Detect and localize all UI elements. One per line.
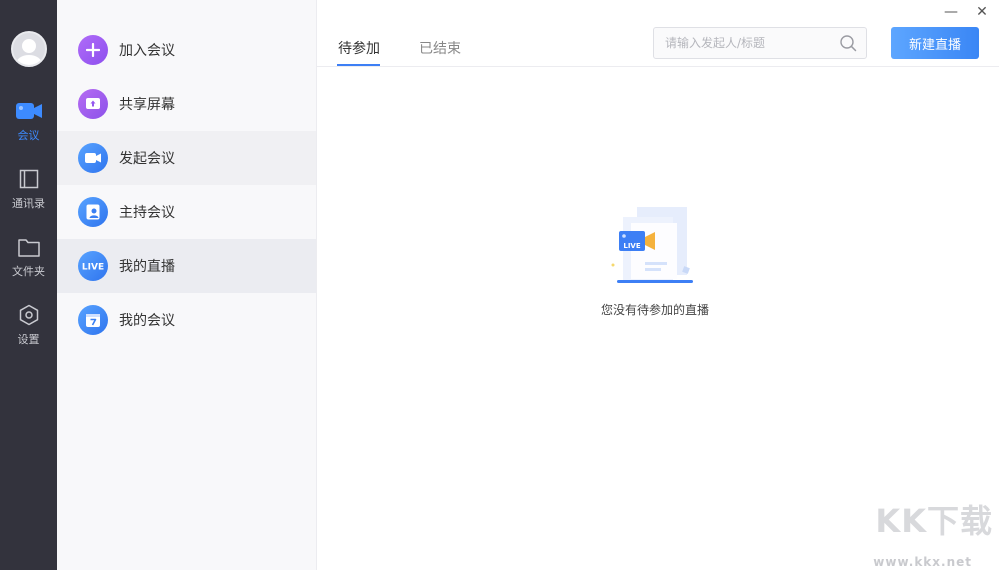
avatar[interactable]	[10, 31, 47, 67]
rail-item-folder[interactable]: 文件夹	[0, 223, 57, 291]
menu-item-share-screen[interactable]: 共享屏幕	[57, 77, 316, 131]
new-live-button[interactable]: 新建直播	[891, 27, 979, 59]
menu-item-join-meeting[interactable]: 加入会议	[57, 23, 316, 77]
empty-state: LIVE 您没有待参加的直播	[600, 205, 710, 318]
empty-live-illustration: LIVE	[611, 207, 693, 283]
empty-state-message: 您没有待参加的直播	[600, 303, 709, 317]
search-input[interactable]	[665, 36, 830, 50]
menu-label-host: 主持会议	[119, 205, 175, 221]
tab-upcoming[interactable]: 待参加	[338, 38, 380, 58]
top-bar: 待参加 已结束 新建直播 — ✕	[317, 0, 999, 67]
share-screen-icon	[78, 89, 108, 119]
contacts-icon	[16, 167, 42, 191]
menu-item-my-live[interactable]: LIVE 我的直播	[57, 239, 316, 293]
avatar-body	[15, 55, 42, 65]
avatar-head	[21, 39, 36, 53]
active-tab-indicator	[337, 64, 380, 66]
camera-icon	[15, 99, 42, 123]
menu-item-start-meeting[interactable]: 发起会议	[57, 131, 316, 185]
rail-item-contacts[interactable]: 通讯录	[0, 155, 57, 223]
rail-label-folder: 文件夹	[12, 265, 45, 278]
menu-item-host-meeting[interactable]: 主持会议	[57, 185, 316, 239]
svg-text:LIVE: LIVE	[82, 263, 104, 273]
rail-label-contacts: 通讯录	[12, 197, 45, 210]
rail-item-meeting[interactable]: 会议	[0, 87, 57, 155]
rail-label-meeting: 会议	[17, 129, 40, 142]
main-panel: 待参加 已结束 新建直播 — ✕	[317, 0, 999, 570]
close-button[interactable]: ✕	[973, 4, 991, 20]
folder-icon	[16, 235, 42, 259]
video-camera-icon	[78, 143, 108, 173]
search-box	[653, 27, 867, 59]
tab-ended[interactable]: 已结束	[419, 38, 461, 58]
menu-item-my-meetings[interactable]: 我的会议	[57, 293, 316, 347]
live-icon: LIVE	[78, 251, 108, 281]
plus-icon	[78, 35, 108, 65]
menu-label-start: 发起会议	[119, 151, 175, 167]
search-icon[interactable]	[839, 34, 857, 52]
watermark-logo: KK下载	[875, 502, 993, 540]
left-rail: 会议 通讯录 文件夹 设置	[0, 0, 57, 570]
rail-label-settings: 设置	[17, 333, 40, 346]
menu-label-share: 共享屏幕	[119, 97, 175, 113]
rail-item-settings[interactable]: 设置	[0, 291, 57, 359]
menu-label-my-meetings: 我的会议	[119, 313, 175, 329]
menu-label-join: 加入会议	[119, 43, 175, 59]
watermark-url: www.kkx.net	[873, 555, 972, 569]
secondary-menu: 加入会议 共享屏幕 发起会议 主持会议 LIVE 我的直播 我的会议	[57, 0, 317, 570]
minimize-button[interactable]: —	[942, 4, 960, 20]
menu-label-my-live: 我的直播	[119, 259, 175, 275]
host-icon	[78, 197, 108, 227]
hexagon-settings-icon	[16, 303, 42, 327]
calendar-icon	[78, 305, 108, 335]
app-window: 会议 通讯录 文件夹 设置 加入会议 共享屏幕 发起会议 主持会议 LIVE 我…	[0, 0, 999, 570]
empty-live-badge: LIVE	[623, 242, 640, 250]
